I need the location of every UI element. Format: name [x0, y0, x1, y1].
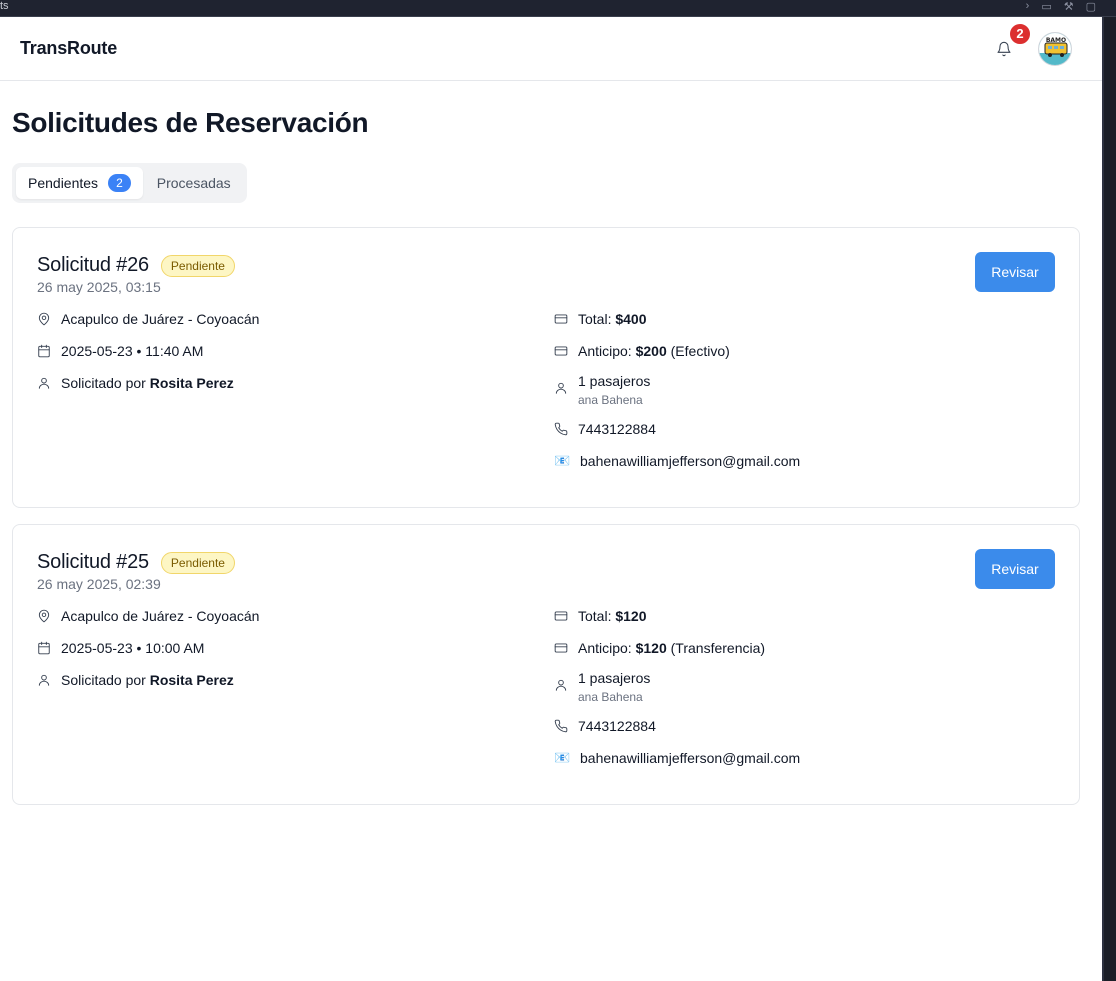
total-amount: $120 [615, 608, 647, 624]
request-title: Solicitud #25 [37, 551, 149, 573]
status-badge: Pendiente [160, 551, 235, 574]
browser-side-strip [1102, 17, 1116, 981]
tab-procesadas[interactable]: Procesadas [145, 167, 243, 199]
passenger-name: ana Bahena [578, 393, 643, 407]
user-icon [38, 674, 50, 686]
review-button[interactable]: Revisar [975, 252, 1055, 292]
request-title: Solicitud #26 [37, 254, 149, 276]
status-badge: Pendiente [160, 254, 235, 277]
envelope-icon: 📧 [554, 750, 571, 765]
requester-row: Solicitado por Rosita Perez [37, 373, 554, 393]
window-icon[interactable]: ▢ [1086, 0, 1096, 13]
navbar-actions: 2 BAMO [992, 21, 1072, 66]
avatar-logo-icon: BAMO [1039, 32, 1071, 65]
deposit-label: Anticipo: [578, 640, 632, 656]
user-icon [555, 382, 567, 394]
credit-card-icon [554, 643, 568, 653]
deposit-amount: $200 [635, 343, 667, 359]
route-text: Acapulco de Juárez - Coyoacán [61, 311, 260, 327]
phone-icon [554, 422, 568, 436]
route-row: Acapulco de Juárez - Coyoacán [37, 606, 554, 626]
tab-label: Procesadas [156, 175, 231, 191]
user-icon [555, 679, 567, 691]
user-icon [38, 377, 50, 389]
phone-icon [554, 719, 568, 733]
calendar-icon [38, 344, 50, 358]
payment-method: (Transferencia) [670, 640, 766, 656]
requester-name: Rosita Perez [149, 672, 234, 688]
requester-prefix: Solicitado por [61, 672, 146, 688]
deposit-row: Anticipo: $200 (Efectivo) [554, 341, 1055, 361]
request-card: Solicitud #26 Pendiente 26 may 2025, 03:… [12, 227, 1080, 508]
bell-icon [997, 41, 1011, 56]
phone-row: 7443122884 [554, 716, 1055, 736]
browser-chrome: ts › ▭ ⚒ ▢ [0, 0, 1116, 17]
passengers-row: 1 pasajeros ana Bahena [554, 670, 1055, 704]
tab-pendientes[interactable]: Pendientes 2 [16, 167, 143, 199]
total-row: Total: $400 [554, 309, 1055, 329]
email-row: 📧 bahenawilliamjefferson@gmail.com [554, 451, 1055, 471]
wrench-icon[interactable]: ⚒ [1064, 0, 1074, 13]
tab-label: Pendientes [28, 175, 99, 191]
envelope-icon: 📧 [554, 453, 571, 468]
passenger-count: 1 pasajeros [578, 670, 651, 686]
total-amount: $400 [615, 311, 647, 327]
phone-number: 7443122884 [578, 718, 656, 734]
phone-number: 7443122884 [578, 421, 656, 437]
deposit-row: Anticipo: $120 (Transferencia) [554, 638, 1055, 658]
brand-logo[interactable]: TransRoute [20, 38, 117, 59]
notifications-button[interactable]: 2 [992, 21, 1032, 61]
status-tabs: Pendientes 2 Procesadas [12, 163, 247, 203]
credit-card-icon [554, 346, 568, 356]
top-navbar: TransRoute 2 BAMO [0, 17, 1102, 81]
map-pin-icon [38, 312, 50, 326]
review-button[interactable]: Revisar [975, 549, 1055, 589]
request-created-date: 26 may 2025, 02:39 [37, 576, 161, 592]
calendar-icon [38, 641, 50, 655]
total-label: Total: [578, 608, 612, 624]
app-window: TransRoute 2 BAMO Solicitudes de Reserva… [0, 17, 1102, 981]
requester-prefix: Solicitado por [61, 375, 146, 391]
request-created-date: 26 may 2025, 03:15 [37, 279, 161, 295]
main-content: Solicitudes de Reservación Pendientes 2 … [0, 107, 1102, 805]
page-title: Solicitudes de Reservación [12, 107, 369, 138]
phone-row: 7443122884 [554, 419, 1055, 439]
email-address: bahenawilliamjefferson@gmail.com [580, 750, 801, 766]
requester-row: Solicitado por Rosita Perez [37, 670, 554, 690]
credit-card-icon [554, 314, 568, 324]
datetime-row: 2025-05-23 • 11:40 AM [37, 341, 554, 361]
svg-text:BAMO: BAMO [1046, 37, 1066, 44]
passenger-count: 1 pasajeros [578, 373, 651, 389]
route-row: Acapulco de Juárez - Coyoacán [37, 309, 554, 329]
passengers-row: 1 pasajeros ana Bahena [554, 373, 1055, 407]
passenger-name: ana Bahena [578, 690, 643, 704]
total-row: Total: $120 [554, 606, 1055, 626]
email-row: 📧 bahenawilliamjefferson@gmail.com [554, 748, 1055, 768]
email-address: bahenawilliamjefferson@gmail.com [580, 453, 801, 469]
payment-method: (Efectivo) [670, 343, 730, 359]
trip-datetime: 2025-05-23 • 10:00 AM [61, 640, 205, 656]
requester-name: Rosita Perez [149, 375, 234, 391]
monitor-icon[interactable]: ▭ [1041, 0, 1051, 13]
map-pin-icon [38, 609, 50, 623]
credit-card-icon [554, 611, 568, 621]
browser-toolbar-icons: › ▭ ⚒ ▢ [1026, 0, 1096, 13]
deposit-label: Anticipo: [578, 343, 632, 359]
route-text: Acapulco de Juárez - Coyoacán [61, 608, 260, 624]
notification-badge: 2 [1008, 21, 1032, 46]
datetime-row: 2025-05-23 • 10:00 AM [37, 638, 554, 658]
trip-datetime: 2025-05-23 • 11:40 AM [61, 343, 204, 359]
deposit-amount: $120 [635, 640, 667, 656]
tab-count-badge: 2 [108, 174, 131, 192]
total-label: Total: [578, 311, 612, 327]
avatar[interactable]: BAMO [1038, 31, 1072, 66]
browser-tab-fragment[interactable]: ts [0, 0, 9, 12]
chevron-right-icon[interactable]: › [1026, 0, 1030, 13]
request-card: Solicitud #25 Pendiente 26 may 2025, 02:… [12, 524, 1080, 805]
